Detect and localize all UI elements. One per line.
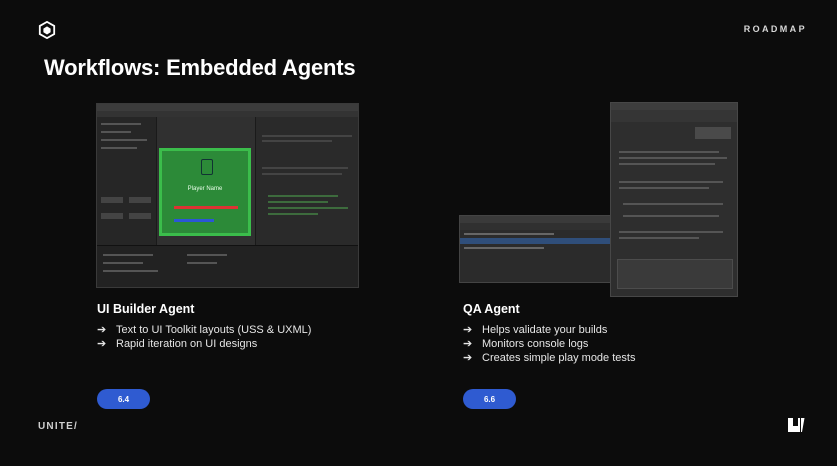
unity-u-icon <box>788 418 805 432</box>
list-item: ➔ Creates simple play mode tests <box>463 351 635 365</box>
chat-input <box>617 259 733 289</box>
card-title-qa: QA Agent <box>463 302 520 316</box>
user-message <box>695 127 731 139</box>
ui-builder-screenshot: Player Name <box>96 103 359 288</box>
message-line <box>619 231 723 233</box>
panel-line <box>262 140 332 142</box>
panel-line <box>101 139 147 141</box>
unity-cube-icon <box>38 21 56 39</box>
panel-line <box>262 167 348 169</box>
panel-line <box>101 131 131 133</box>
arrow-right-icon: ➔ <box>97 324 107 336</box>
message-line <box>619 237 699 239</box>
panel-line <box>262 135 352 137</box>
widget-icon <box>129 197 151 203</box>
arrow-right-icon: ➔ <box>97 338 107 350</box>
qa-bullets: ➔ Helps validate your builds ➔ Monitors co… <box>463 323 635 365</box>
editor-toolbar <box>97 104 358 111</box>
assistant-panel <box>255 117 358 245</box>
list-item: ➔ Helps validate your builds <box>463 323 635 337</box>
panel-line <box>187 254 227 256</box>
panel-line <box>103 254 153 256</box>
message-line <box>619 181 723 183</box>
console-tabs <box>460 216 628 223</box>
slide-title: Workflows: Embedded Agents <box>44 55 356 80</box>
slide: ROADMAP Workflows: Embedded Agents Playe… <box>0 0 837 466</box>
log-line <box>464 233 554 235</box>
code-line <box>268 195 338 197</box>
version-badge-qa: 6.6 <box>463 389 516 409</box>
message-line <box>619 157 727 159</box>
panel-line <box>187 262 217 264</box>
code-line <box>268 213 318 215</box>
bullet-text: Helps validate your builds <box>482 324 608 336</box>
message-line <box>623 215 719 217</box>
message-line <box>623 203 723 205</box>
bullet-text: Rapid iteration on UI designs <box>116 338 258 350</box>
version-badge-ui-builder: 6.4 <box>97 389 150 409</box>
arrow-right-icon: ➔ <box>463 324 473 336</box>
list-item: ➔ Monitors console logs <box>463 337 635 351</box>
arrow-right-icon: ➔ <box>463 352 473 364</box>
project-panel <box>97 245 358 287</box>
panel-line <box>101 147 137 149</box>
panel-line <box>101 123 141 125</box>
log-line <box>464 247 544 249</box>
widget-icon <box>101 213 123 219</box>
bullet-text: Monitors console logs <box>482 338 589 350</box>
panel-line <box>262 173 342 175</box>
code-line <box>268 207 348 209</box>
health-bar <box>174 206 238 209</box>
chat-topbar <box>611 110 737 122</box>
player-card-preview: Player Name <box>159 148 251 236</box>
card-title-ui-builder: UI Builder Agent <box>97 302 195 316</box>
roadmap-label: ROADMAP <box>743 24 807 34</box>
ui-builder-bullets: ➔ Text to UI Toolkit layouts (USS & UXML)… <box>97 323 311 351</box>
selected-log-line <box>460 238 628 244</box>
qa-screenshot <box>459 102 739 298</box>
panel-line <box>103 270 158 272</box>
unite-brand: UNITE/ <box>38 421 78 432</box>
code-line <box>268 201 328 203</box>
bullet-text: Text to UI Toolkit layouts (USS & UXML) <box>116 324 312 336</box>
list-item: ➔ Rapid iteration on UI designs <box>97 337 311 351</box>
message-line <box>619 187 709 189</box>
widget-icon <box>101 197 123 203</box>
message-line <box>619 163 715 165</box>
arrow-right-icon: ➔ <box>463 338 473 350</box>
chat-header <box>611 103 737 110</box>
bullet-text: Creates simple play mode tests <box>482 352 636 364</box>
console-panel <box>459 215 629 283</box>
assistant-chat-panel <box>610 102 738 297</box>
mana-bar <box>174 219 214 222</box>
avatar <box>201 159 213 175</box>
list-item: ➔ Text to UI Toolkit layouts (USS & UXML) <box>97 323 311 337</box>
panel-line <box>103 262 143 264</box>
console-toolbar <box>460 223 628 230</box>
hierarchy-panel <box>97 117 157 245</box>
message-line <box>619 151 719 153</box>
widget-icon <box>129 213 151 219</box>
player-name-label: Player Name <box>187 186 223 192</box>
